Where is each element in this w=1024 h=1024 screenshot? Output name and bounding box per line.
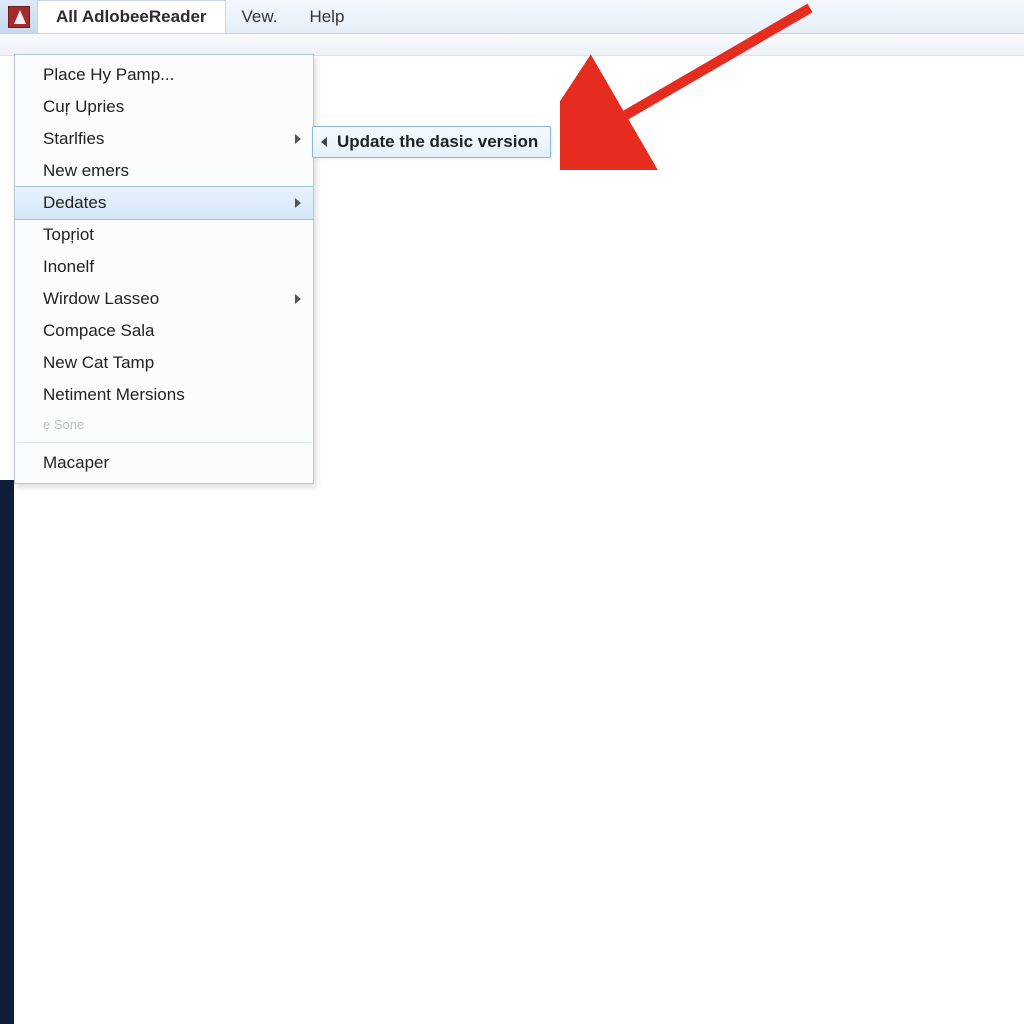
chevron-right-icon	[295, 294, 301, 304]
menu-view[interactable]: Vew.	[226, 0, 294, 33]
submenu-label: Update the dasic version	[337, 132, 538, 152]
menu-item-label: Wirdow Lasseo	[43, 289, 159, 309]
menu-item-topriot[interactable]: Topŗiot	[15, 219, 313, 251]
menu-item-netiment[interactable]: Netiment Mersions	[15, 379, 313, 411]
toolbar-strip	[0, 34, 1024, 56]
menu-item-starlfies[interactable]: Starlfies	[15, 123, 313, 155]
menu-item-newcat[interactable]: New Cat Tamp	[15, 347, 313, 379]
menubar: All AdlobeeReader Vew. Help	[0, 0, 1024, 34]
tab-label: All AdlobeeReader	[56, 7, 207, 27]
menu-item-label: Cuŗ Upries	[43, 97, 124, 117]
acrobat-icon	[8, 6, 30, 28]
menu-item-label: Topŗiot	[43, 225, 94, 245]
menu-help[interactable]: Help	[293, 0, 360, 33]
menu-item-label: Compace Sala	[43, 321, 155, 341]
menu-item-label: New emers	[43, 161, 129, 181]
active-tab[interactable]: All AdlobeeReader	[38, 0, 226, 33]
menu-item-newemers[interactable]: New emers	[15, 155, 313, 187]
menu-item-label: Macaper	[43, 453, 109, 473]
menu-item-label: Netiment Mersions	[43, 385, 185, 405]
menu-item-disabled: ẹ Sone	[15, 411, 313, 438]
menu-item-label: Place Hy Pamp...	[43, 65, 174, 85]
chevron-left-icon	[321, 137, 327, 147]
menu-item-label: New Cat Tamp	[43, 353, 154, 373]
menu-item-label: Inonelf	[43, 257, 94, 277]
menu-label: Help	[309, 7, 344, 27]
submenu-update[interactable]: Update the dasic version	[312, 126, 551, 158]
menu-item-wirdow[interactable]: Wirdow Lasseo	[15, 283, 313, 315]
menu-item-label: Dedates	[43, 193, 106, 213]
menu-item-compace[interactable]: Compace Sala	[15, 315, 313, 347]
menu-item-cur[interactable]: Cuŗ Upries	[15, 91, 313, 123]
menu-item-label: Starlfies	[43, 129, 104, 149]
menu-item-label: ẹ Sone	[43, 417, 84, 432]
menu-item-place[interactable]: Place Hy Pamp...	[15, 59, 313, 91]
left-edge-panel	[0, 480, 14, 1024]
dropdown-menu: Place Hy Pamp... Cuŗ Upries Starlfies Ne…	[14, 54, 314, 484]
chevron-right-icon	[295, 134, 301, 144]
menu-item-dedates[interactable]: Dedates	[15, 186, 313, 220]
chevron-right-icon	[295, 198, 301, 208]
app-icon[interactable]	[0, 0, 38, 33]
menu-separator	[17, 442, 311, 443]
menu-label: Vew.	[242, 7, 278, 27]
menu-item-inonelf[interactable]: Inonelf	[15, 251, 313, 283]
menu-item-macaper[interactable]: Macaper	[15, 447, 313, 479]
